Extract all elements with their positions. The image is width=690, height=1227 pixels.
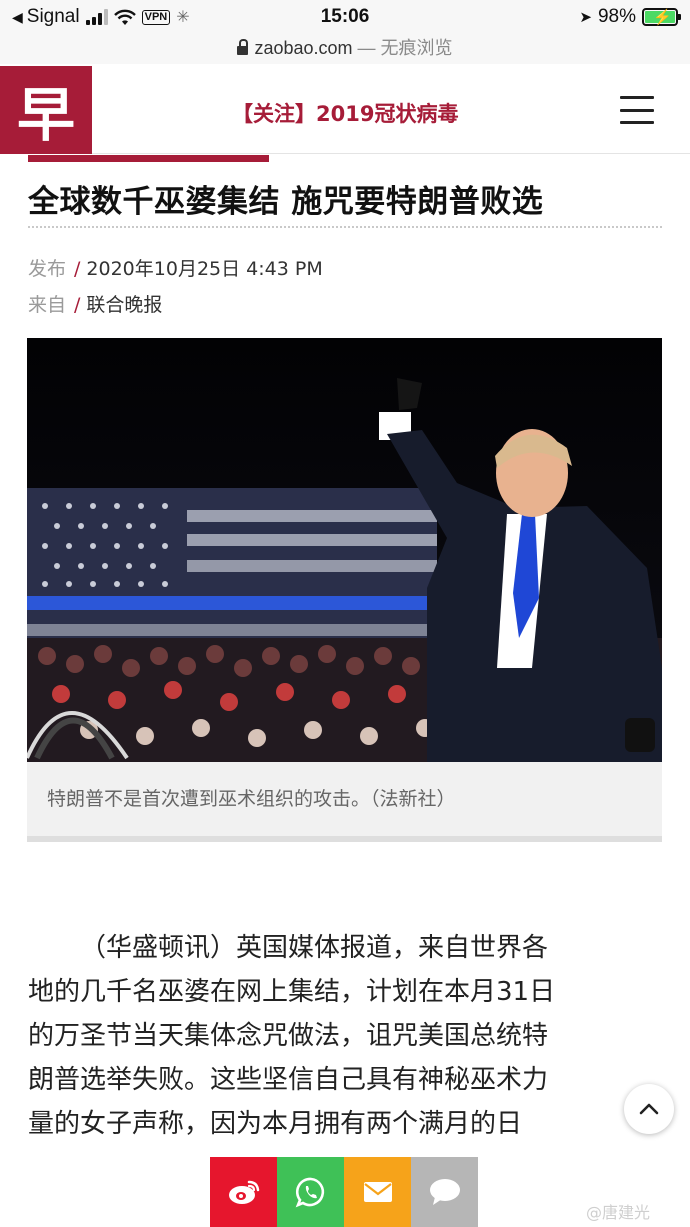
body-line: 量的女子声称，因为本月拥有两个满月的日 (28, 1109, 523, 1139)
photo-illustration (27, 338, 662, 762)
weibo-icon (228, 1180, 259, 1204)
image-caption-box: 特朗普不是首次遭到巫术组织的攻击。（法新社） (27, 762, 662, 842)
source-meta: 来自 / 联合晚报 (28, 290, 162, 317)
article-body: （华盛顿讯）英国媒体报道，来自世界各 地的几千名巫婆在网上集结，计划在本月31日… (28, 926, 640, 1146)
site-header: 早 【关注】2019冠状病毒 (0, 66, 690, 154)
body-line: 朗普选举失败。这些坚信自己具有神秘巫术力 (28, 1065, 549, 1095)
message-icon (429, 1179, 460, 1205)
whatsapp-icon (295, 1177, 324, 1208)
battery-icon: ⚡ (642, 8, 681, 26)
image-caption: 特朗普不是首次遭到巫术组织的攻击。（法新社） (47, 788, 456, 810)
scroll-to-top-button[interactable] (624, 1084, 674, 1134)
article-photo[interactable] (27, 338, 662, 762)
url-domain: zaobao.com (254, 38, 353, 58)
slash-separator: / (74, 294, 81, 316)
chevron-up-icon (639, 1103, 659, 1115)
publish-date: 2020年10月25日 4:43 PM (86, 258, 323, 280)
slash-separator: / (74, 258, 81, 280)
publish-meta: 发布 /2020年10月25日 4:43 PM (28, 254, 323, 281)
source-label: 来自 (28, 294, 67, 316)
article-headline: 全球数千巫婆集结 施咒要特朗普败选 (28, 184, 544, 220)
share-whatsapp-button[interactable] (277, 1157, 344, 1227)
menu-icon[interactable] (620, 96, 654, 124)
private-mode-label: — 无痕浏览 (357, 38, 453, 58)
status-bar: ◀ Signal VPN ✳ 15:06 ➤ 98% ⚡ (0, 0, 690, 34)
address-bar[interactable]: zaobao.com — 无痕浏览 (0, 34, 690, 64)
topic-link-covid[interactable]: 【关注】2019冠状病毒 (232, 98, 458, 128)
flag-backdrop (27, 488, 437, 658)
zaobao-logo[interactable]: 早 (0, 66, 92, 154)
body-line: 地的几千名巫婆在网上集结，计划在本月31日 (28, 977, 556, 1007)
share-message-button[interactable] (411, 1157, 478, 1227)
charging-bolt-icon: ⚡ (653, 9, 672, 26)
source-name: 联合晚报 (86, 294, 163, 316)
publish-label: 发布 (28, 258, 67, 280)
email-icon (363, 1182, 392, 1202)
body-line: 的万圣节当天集体念咒做法，诅咒美国总统特 (28, 1021, 549, 1051)
share-email-button[interactable] (344, 1157, 411, 1227)
logo-text: 早 (16, 81, 75, 149)
weibo-watermark: @唐建光 (586, 1203, 651, 1222)
section-accent-bar (28, 155, 269, 162)
divider (28, 226, 662, 228)
share-weibo-button[interactable] (210, 1157, 277, 1227)
lock-icon (237, 39, 249, 55)
location-arrow-icon: ➤ (579, 9, 592, 26)
battery-percentage: 98% (597, 6, 636, 27)
body-line: （华盛顿讯）英国媒体报道，来自世界各 (80, 933, 549, 963)
